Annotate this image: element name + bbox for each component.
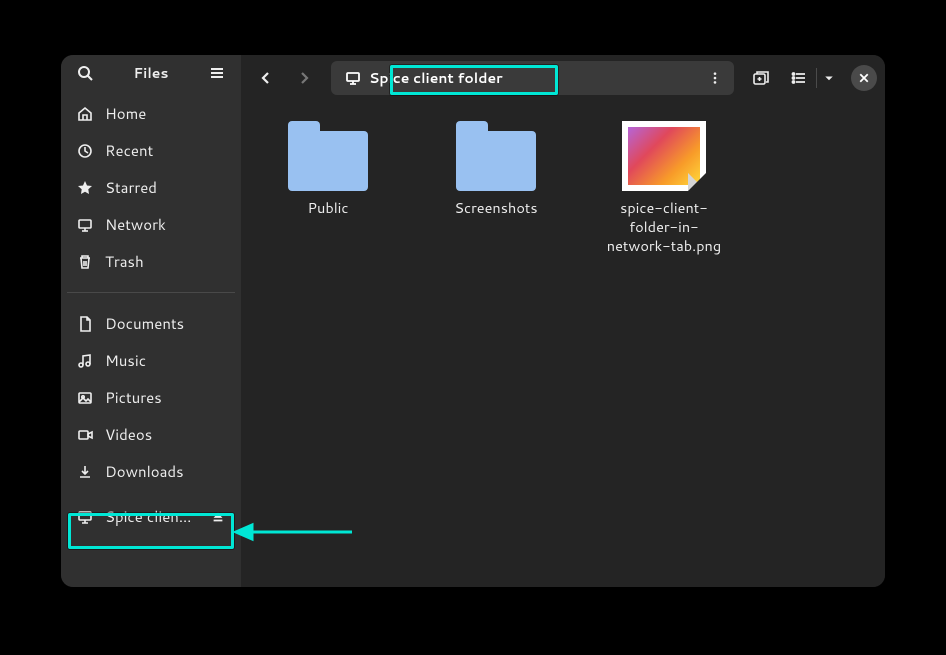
sidebar-item-home[interactable]: Home <box>67 95 235 132</box>
sidebar-item-label: Downloads <box>105 461 225 482</box>
files-window: Files Home Recent Starred Network <box>61 55 885 587</box>
path-bar[interactable]: Spice client folder <box>331 61 734 95</box>
folder-icon <box>456 121 536 191</box>
sidebar-item-label: Spice clien… <box>105 506 199 527</box>
back-button[interactable] <box>249 61 283 95</box>
path-segment-label: Spice client folder <box>369 68 503 88</box>
new-tab-button[interactable] <box>744 61 778 95</box>
sidebar-item-downloads[interactable]: Downloads <box>67 453 235 490</box>
folder-icon <box>288 121 368 191</box>
forward-button[interactable] <box>287 61 321 95</box>
main-area: Spice client folder <box>241 55 885 587</box>
clock-icon <box>77 143 93 159</box>
document-icon <box>77 316 93 332</box>
hamburger-menu-button[interactable] <box>201 57 233 89</box>
sidebar-item-label: Pictures <box>105 387 225 408</box>
sidebar-item-label: Home <box>105 103 225 124</box>
sidebar-item-label: Documents <box>105 313 225 334</box>
sidebar-xdg: Documents Music Pictures Videos Download… <box>61 301 241 494</box>
view-options-button[interactable] <box>817 61 841 95</box>
close-button[interactable] <box>851 65 877 91</box>
video-icon <box>77 427 93 443</box>
sidebar-item-trash[interactable]: Trash <box>67 243 235 280</box>
sidebar-item-videos[interactable]: Videos <box>67 416 235 453</box>
folder-public[interactable]: Public <box>263 121 393 218</box>
sidebar-item-label: Videos <box>105 424 225 445</box>
sidebar-item-label: Recent <box>105 140 225 161</box>
kebab-icon <box>708 71 722 85</box>
sidebar-item-network[interactable]: Network <box>67 206 235 243</box>
chevron-down-icon <box>823 72 835 84</box>
sidebar-places: Home Recent Starred Network Trash <box>61 91 241 284</box>
network-icon <box>345 70 361 86</box>
list-icon <box>791 70 807 86</box>
sidebar-item-pictures[interactable]: Pictures <box>67 379 235 416</box>
file-label: spice-client-folder-in-network-tab.png <box>599 199 729 256</box>
sidebar-item-starred[interactable]: Starred <box>67 169 235 206</box>
close-icon <box>858 72 870 84</box>
network-icon <box>77 509 93 525</box>
sidebar-item-spice-mount[interactable]: Spice clien… <box>67 498 235 535</box>
sidebar-header: Files <box>61 55 241 91</box>
new-tab-icon <box>752 69 770 87</box>
file-image-spice[interactable]: spice-client-folder-in-network-tab.png <box>599 121 729 256</box>
app-title: Files <box>109 63 193 83</box>
home-icon <box>77 106 93 122</box>
path-segment-spice[interactable]: Spice client folder <box>335 64 513 92</box>
star-icon <box>77 180 93 196</box>
file-label: Screenshots <box>454 199 537 218</box>
list-view-button[interactable] <box>782 61 816 95</box>
trash-icon <box>77 254 93 270</box>
sidebar-item-label: Trash <box>105 251 225 272</box>
sidebar-item-label: Starred <box>105 177 225 198</box>
sidebar-item-music[interactable]: Music <box>67 342 235 379</box>
view-switcher <box>782 61 841 95</box>
sidebar-item-label: Network <box>105 214 225 235</box>
sidebar: Files Home Recent Starred Network <box>61 55 241 587</box>
image-thumbnail <box>622 121 706 191</box>
search-button[interactable] <box>69 57 101 89</box>
file-grid[interactable]: Public Screenshots spice-client-folder-i… <box>241 101 885 587</box>
download-icon <box>77 464 93 480</box>
chevron-left-icon <box>258 70 274 86</box>
folder-screenshots[interactable]: Screenshots <box>431 121 561 218</box>
sidebar-item-recent[interactable]: Recent <box>67 132 235 169</box>
sidebar-item-label: Music <box>105 350 225 371</box>
music-icon <box>77 353 93 369</box>
hamburger-icon <box>209 65 225 81</box>
eject-icon[interactable] <box>211 510 225 524</box>
chevron-right-icon <box>296 70 312 86</box>
toolbar: Spice client folder <box>241 55 885 101</box>
path-menu-button[interactable] <box>700 63 730 93</box>
network-icon <box>77 217 93 233</box>
search-icon <box>77 65 93 81</box>
picture-icon <box>77 390 93 406</box>
sidebar-item-documents[interactable]: Documents <box>67 305 235 342</box>
sidebar-divider <box>67 292 235 293</box>
sidebar-mounts: Spice clien… <box>61 494 241 587</box>
file-label: Public <box>308 199 349 218</box>
